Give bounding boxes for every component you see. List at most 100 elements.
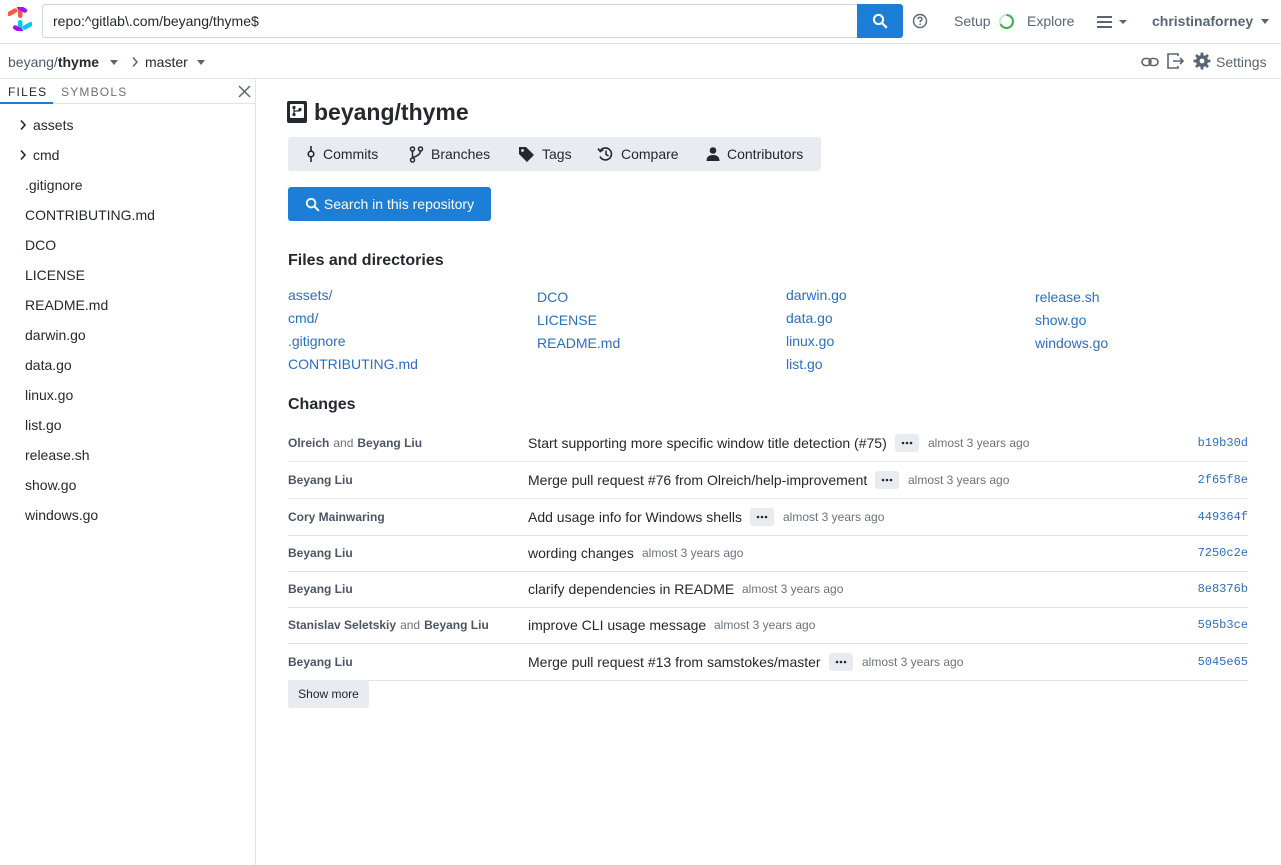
file-link[interactable]: data.go [786, 310, 833, 326]
author-name[interactable]: Stanislav Seletskiy [288, 618, 396, 632]
link-icon[interactable] [1141, 53, 1159, 71]
chevron-right-icon[interactable] [19, 149, 27, 161]
branches-label: Branches [431, 146, 491, 162]
tree-dir-item[interactable]: cmd [0, 141, 255, 171]
tree-file-item[interactable]: .gitignore [0, 171, 255, 201]
tree-item-label: assets [33, 117, 74, 133]
commit-hash[interactable]: 8e8376b [1198, 582, 1248, 596]
commit-author: Beyang Liu [288, 473, 353, 487]
show-more-button[interactable]: Show more [288, 680, 369, 708]
chevron-down-icon[interactable] [197, 60, 205, 65]
search-in-repo-button[interactable]: Search in this repository [288, 187, 491, 221]
branch-selector[interactable]: master [145, 54, 188, 70]
file-link[interactable]: CONTRIBUTING.md [288, 356, 418, 372]
tree-item-label: README.md [25, 297, 109, 313]
commit-hash[interactable]: 7250c2e [1198, 546, 1248, 560]
branches-button[interactable]: Branches [409, 137, 490, 171]
more-icon [756, 515, 768, 519]
settings-link[interactable]: Settings [1216, 54, 1267, 70]
coauthor-name[interactable]: Beyang Liu [424, 618, 489, 632]
file-link[interactable]: linux.go [786, 333, 834, 349]
repo-breadcrumb[interactable]: beyang/thyme [8, 54, 99, 70]
user-menu[interactable]: christinaforney [1152, 13, 1253, 29]
author-name[interactable]: Cory Mainwaring [288, 510, 385, 524]
commit-message[interactable]: Start supporting more specific window ti… [528, 435, 887, 451]
author-name[interactable]: Olreich [288, 436, 329, 450]
file-link[interactable]: list.go [786, 356, 823, 372]
commit-message[interactable]: Merge pull request #13 from samstokes/ma… [528, 654, 821, 670]
commit-message[interactable]: clarify dependencies in README [528, 581, 734, 597]
tree-dir-item[interactable]: assets [0, 111, 255, 141]
commit-hash[interactable]: 449364f [1198, 510, 1248, 524]
menu-icon[interactable] [1095, 13, 1129, 31]
chevron-right-icon [132, 57, 139, 67]
expand-message-button[interactable] [895, 434, 919, 452]
tree-file-item[interactable]: release.sh [0, 441, 255, 471]
file-link[interactable]: .gitignore [288, 333, 346, 349]
commits-button[interactable]: Commits [306, 137, 378, 171]
more-icon [835, 660, 847, 664]
tab-files[interactable]: FILES [8, 85, 47, 99]
commit-message[interactable]: wording changes [528, 545, 634, 561]
tree-file-item[interactable]: show.go [0, 471, 255, 501]
search-button[interactable] [857, 4, 903, 38]
commit-time: almost 3 years ago [862, 655, 964, 669]
sourcegraph-logo-icon[interactable] [8, 7, 32, 31]
search-input[interactable] [42, 4, 858, 38]
tree-file-item[interactable]: data.go [0, 351, 255, 381]
tree-item-label: release.sh [25, 447, 90, 463]
tree-item-label: windows.go [25, 507, 99, 523]
contributors-button[interactable]: Contributors [706, 137, 803, 171]
commit-row: Beyang Liu wording changes almost 3 years … [288, 536, 1248, 572]
file-link[interactable]: cmd/ [288, 310, 318, 326]
commit-hash[interactable]: b19b30d [1198, 436, 1248, 450]
chevron-down-icon[interactable] [110, 60, 118, 65]
expand-message-button[interactable] [875, 471, 899, 489]
tree-item-label: LICENSE [25, 267, 85, 283]
tree-file-item[interactable]: linux.go [0, 381, 255, 411]
tree-file-item[interactable]: windows.go [0, 501, 255, 531]
tab-symbols[interactable]: SYMBOLS [61, 85, 127, 99]
coauthor-name[interactable]: Beyang Liu [357, 436, 422, 450]
commit-message[interactable]: Add usage info for Windows shells [528, 509, 742, 525]
author-name[interactable]: Beyang Liu [288, 546, 353, 560]
author-name[interactable]: Beyang Liu [288, 655, 353, 669]
file-link[interactable]: DCO [537, 289, 568, 305]
expand-message-button[interactable] [829, 653, 853, 671]
commit-hash[interactable]: 595b3ce [1198, 618, 1248, 632]
expand-message-button[interactable] [750, 508, 774, 526]
tree-file-item[interactable]: LICENSE [0, 261, 255, 291]
tree-file-item[interactable]: DCO [0, 231, 255, 261]
help-icon[interactable] [911, 12, 929, 30]
commit-hash[interactable]: 2f65f8e [1198, 473, 1248, 487]
compare-button[interactable]: Compare [597, 137, 679, 171]
close-icon[interactable] [238, 85, 251, 98]
setup-progress-icon[interactable] [998, 13, 1015, 30]
file-link[interactable]: show.go [1035, 312, 1086, 328]
commit-message[interactable]: Merge pull request #76 from Olreich/help… [528, 472, 867, 488]
tags-button[interactable]: Tags [518, 137, 572, 171]
open-external-icon[interactable] [1166, 52, 1185, 70]
file-link[interactable]: README.md [537, 335, 620, 351]
chevron-right-icon[interactable] [19, 119, 27, 131]
search-icon [872, 13, 888, 29]
file-link[interactable]: windows.go [1035, 335, 1108, 351]
author-name[interactable]: Beyang Liu [288, 582, 353, 596]
tree-file-item[interactable]: README.md [0, 291, 255, 321]
setup-link[interactable]: Setup [954, 13, 991, 29]
file-link[interactable]: release.sh [1035, 289, 1100, 305]
repo-nav-buttons: Commits Branches Tags Compare Contributo… [288, 137, 821, 171]
file-link[interactable]: darwin.go [786, 287, 847, 303]
author-name[interactable]: Beyang Liu [288, 473, 353, 487]
tree-file-item[interactable]: list.go [0, 411, 255, 441]
commit-row: Stanislav Seletskiy and Beyang Liu improve … [288, 608, 1248, 644]
gear-icon[interactable] [1193, 52, 1211, 70]
commit-message[interactable]: improve CLI usage message [528, 617, 706, 633]
commit-hash[interactable]: 5045e65 [1198, 655, 1248, 669]
file-link[interactable]: assets/ [288, 287, 332, 303]
tree-file-item[interactable]: darwin.go [0, 321, 255, 351]
file-link[interactable]: LICENSE [537, 312, 597, 328]
explore-link[interactable]: Explore [1027, 13, 1074, 29]
chevron-down-icon[interactable] [1261, 19, 1269, 24]
tree-file-item[interactable]: CONTRIBUTING.md [0, 201, 255, 231]
